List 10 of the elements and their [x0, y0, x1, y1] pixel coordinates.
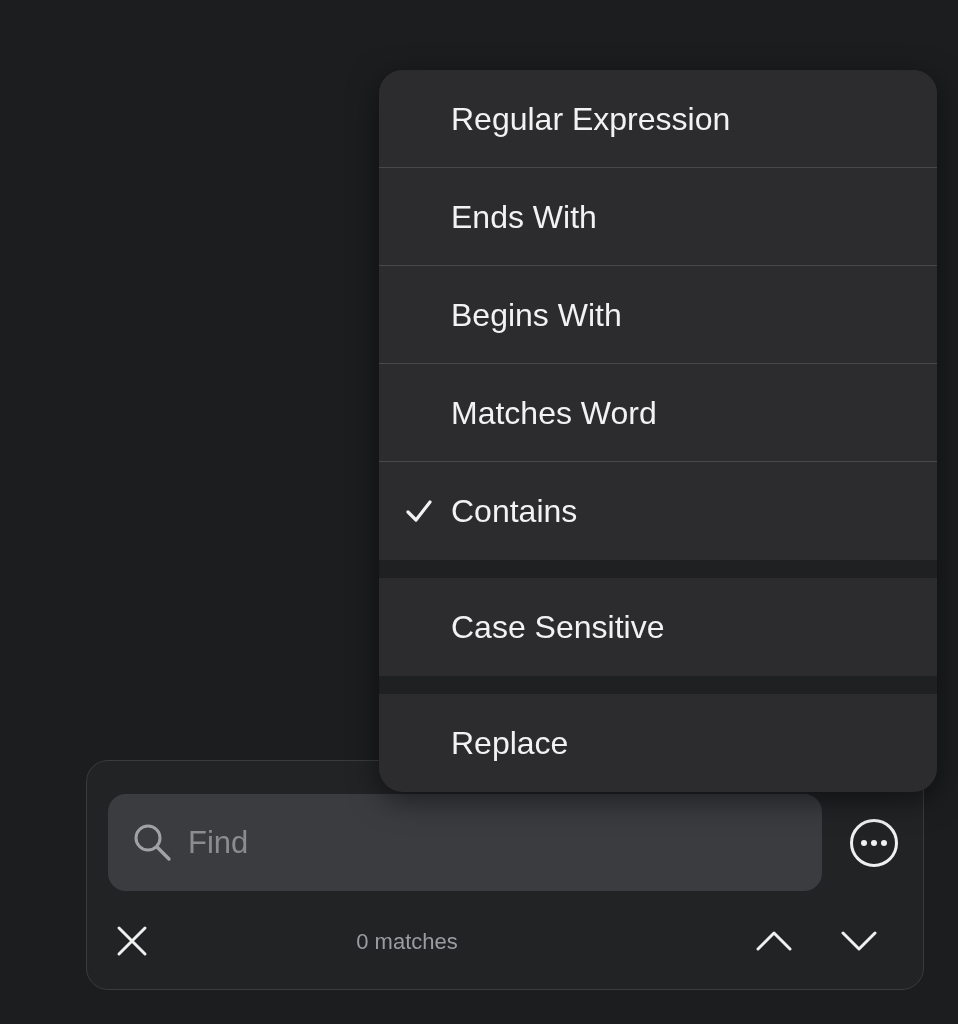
search-icon: [132, 822, 172, 862]
more-button[interactable]: [849, 817, 899, 868]
checkmark-icon: [405, 499, 433, 523]
match-count: 0 matches: [356, 927, 458, 956]
search-field[interactable]: Find: [108, 794, 822, 891]
close-icon: [116, 925, 148, 957]
menu-item[interactable]: Regular Expression: [379, 70, 937, 168]
chevron-down-icon: [841, 931, 877, 951]
more-icon: [849, 817, 899, 868]
chevron-up-icon: [756, 931, 792, 951]
